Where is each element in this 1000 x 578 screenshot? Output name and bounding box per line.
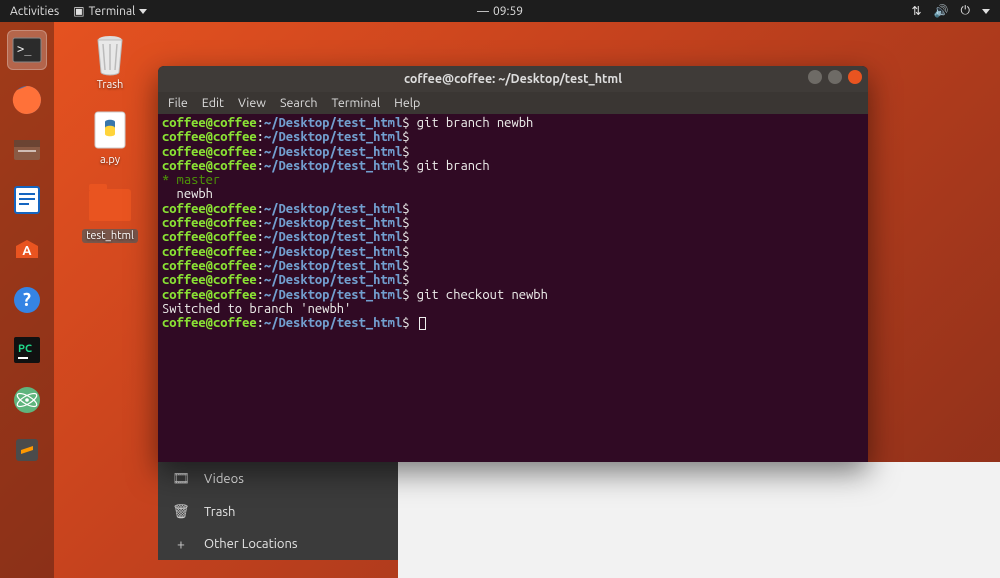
app-menu[interactable]: ▣ Terminal bbox=[73, 4, 147, 18]
svg-text:PC: PC bbox=[18, 343, 32, 355]
terminal-titlebar[interactable]: coffee@coffee: ~/Desktop/test_html bbox=[158, 66, 868, 92]
dock-help[interactable]: ? bbox=[7, 280, 47, 320]
terminal-menubar: File Edit View Search Terminal Help bbox=[158, 92, 868, 114]
app-menu-label: Terminal bbox=[89, 5, 136, 18]
desktop-folder-label: test_html bbox=[82, 229, 138, 243]
sidebar-other-locations[interactable]: + Other Locations bbox=[158, 528, 398, 560]
menu-help[interactable]: Help bbox=[394, 96, 420, 110]
trash-icon bbox=[89, 34, 131, 76]
sidebar-videos[interactable]: 🎞 Videos bbox=[158, 462, 398, 495]
menu-edit[interactable]: Edit bbox=[202, 96, 224, 110]
plus-icon: + bbox=[172, 536, 190, 552]
files-content-area[interactable] bbox=[398, 462, 1000, 578]
svg-text:A: A bbox=[22, 244, 32, 258]
chevron-down-icon bbox=[982, 9, 990, 14]
dock-files[interactable] bbox=[7, 130, 47, 170]
svg-text:>_: >_ bbox=[17, 42, 32, 56]
files-sidebar: 🎞 Videos 🗑 Trash + Other Locations bbox=[158, 462, 398, 560]
terminal-window: coffee@coffee: ~/Desktop/test_html File … bbox=[158, 66, 868, 462]
desktop-trash[interactable]: Trash bbox=[78, 34, 142, 91]
video-icon: 🎞 bbox=[172, 470, 190, 487]
menu-file[interactable]: File bbox=[168, 96, 188, 110]
clock[interactable]: — 09:59 bbox=[477, 5, 523, 18]
terminal-icon: ▣ bbox=[73, 4, 84, 18]
network-icon[interactable]: ⇅ bbox=[911, 4, 921, 18]
maximize-button[interactable] bbox=[828, 70, 842, 84]
minimize-button[interactable] bbox=[808, 70, 822, 84]
terminal-title-text: coffee@coffee: ~/Desktop/test_html bbox=[404, 72, 622, 86]
desktop-icons: Trash a.py test_html bbox=[78, 34, 142, 243]
close-button[interactable] bbox=[848, 70, 862, 84]
clock-time: 09:59 bbox=[493, 5, 523, 18]
top-bar: Activities ▣ Terminal — 09:59 ⇅ 🔊 ⏻ bbox=[0, 0, 1000, 22]
menu-terminal[interactable]: Terminal bbox=[332, 96, 381, 110]
dock-atom[interactable] bbox=[7, 380, 47, 420]
dock-writer[interactable] bbox=[7, 180, 47, 220]
python-file-icon bbox=[89, 109, 131, 151]
dock-sublime[interactable] bbox=[7, 430, 47, 470]
dock: >_ A ? PC bbox=[0, 22, 54, 578]
sidebar-label: Other Locations bbox=[204, 537, 298, 551]
dock-pycharm[interactable]: PC bbox=[7, 330, 47, 370]
activities-button[interactable]: Activities bbox=[10, 5, 59, 18]
menu-search[interactable]: Search bbox=[280, 96, 318, 110]
dock-software[interactable]: A bbox=[7, 230, 47, 270]
desktop-apy[interactable]: a.py bbox=[78, 109, 142, 166]
terminal-body[interactable]: coffee@coffee:~/Desktop/test_html$ git b… bbox=[158, 114, 868, 462]
dock-firefox[interactable] bbox=[7, 80, 47, 120]
svg-text:?: ? bbox=[23, 290, 31, 310]
dock-terminal[interactable]: >_ bbox=[7, 30, 47, 70]
desktop-apy-label: a.py bbox=[100, 154, 120, 166]
chevron-down-icon bbox=[139, 9, 147, 14]
sidebar-label: Trash bbox=[204, 505, 235, 519]
sidebar-trash[interactable]: 🗑 Trash bbox=[158, 495, 398, 528]
folder-icon bbox=[89, 184, 131, 226]
sidebar-label: Videos bbox=[204, 472, 244, 486]
power-icon[interactable]: ⏻ bbox=[961, 4, 971, 18]
trash-icon: 🗑 bbox=[172, 503, 190, 520]
desktop-folder-testhtml[interactable]: test_html bbox=[78, 184, 142, 243]
volume-icon[interactable]: 🔊 bbox=[934, 4, 949, 18]
desktop-trash-label: Trash bbox=[97, 79, 124, 91]
clock-prefix: — bbox=[477, 5, 489, 18]
menu-view[interactable]: View bbox=[238, 96, 266, 110]
